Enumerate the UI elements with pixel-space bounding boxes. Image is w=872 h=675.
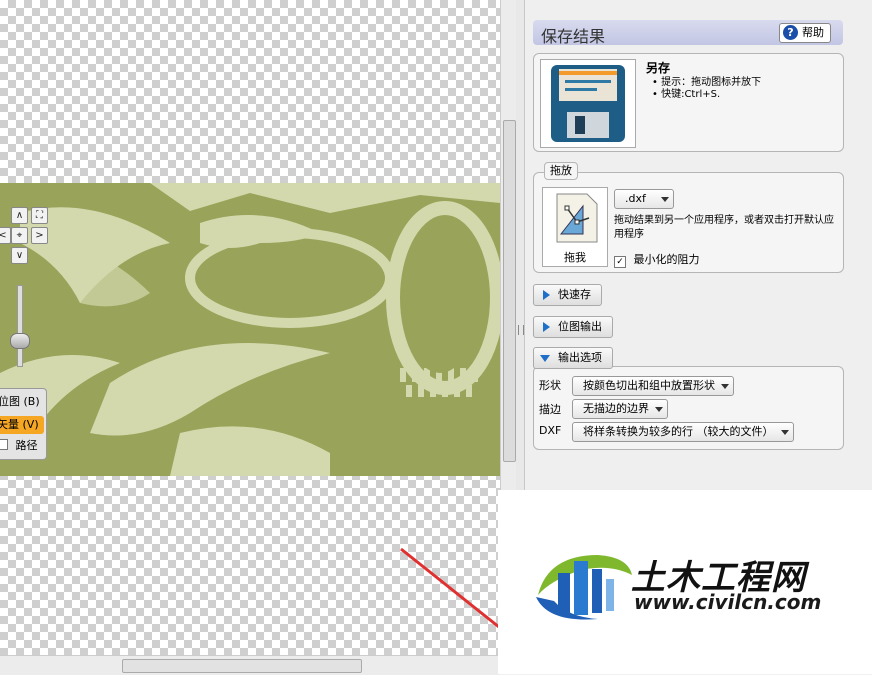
horizontal-scroll-thumb[interactable] (122, 659, 362, 673)
horizontal-scrollbar[interactable] (0, 655, 500, 675)
drag-me-icon[interactable]: 拖我 (542, 187, 608, 267)
shape-dropdown[interactable]: 按颜色切出和组中放置形状 (572, 376, 734, 396)
collapse-down-icon (540, 355, 550, 362)
quick-save-expander[interactable]: 快速存 (533, 284, 602, 306)
shape-value: 按颜色切出和组中放置形状 (583, 379, 715, 392)
chevron-down-icon (655, 407, 663, 412)
help-icon: ? (783, 25, 798, 40)
output-options-expander[interactable]: 输出选项 (533, 347, 613, 369)
vectorized-artwork (0, 183, 500, 476)
panel-header: 保存结果 ? 帮助 (533, 20, 843, 46)
watermark-url: www.civilcn.com (634, 590, 822, 614)
quick-save-label: 快速存 (558, 288, 591, 301)
minimize-label: 最小化的阻力 (633, 253, 700, 266)
dxf-value: 将样条转换为较多的行 （较大的文件） (583, 425, 774, 438)
minimize-checkbox[interactable]: ✓ (614, 256, 626, 268)
output-options-label: 输出选项 (558, 351, 602, 364)
drag-drop-description: 拖动结果到另一个应用程序，或者双击打开默认应用程序 (614, 215, 834, 240)
stroke-label: 描边 (539, 403, 561, 416)
pan-left-button[interactable]: < (0, 227, 11, 244)
view-mode-panel: 位图 (B) 矢量 (V) 路径 (0, 388, 47, 460)
save-as-box: 另存 • 提示：拖动图标并放下 • 快键:Ctrl+S. (533, 53, 844, 152)
zoom-fit-button[interactable]: ⛶ (31, 207, 48, 224)
vector-mode-button[interactable]: 矢量 (V) (0, 416, 44, 434)
vector-mode-label: 矢量 (V) (0, 418, 39, 431)
chevron-down-icon (721, 384, 729, 389)
zoom-slider-track[interactable] (17, 285, 23, 367)
watermark-area: 土木工程网 www.civilcn.com (498, 490, 872, 674)
pan-down-button[interactable]: ∨ (11, 247, 28, 264)
pan-up-button[interactable]: ∧ (11, 207, 28, 224)
zoom-slider-thumb[interactable] (10, 333, 30, 349)
bitmap-mode-button[interactable]: 位图 (B) (0, 393, 42, 411)
path-checkbox[interactable] (0, 439, 8, 450)
chevron-down-icon (661, 197, 669, 202)
save-as-icon[interactable] (540, 59, 636, 148)
format-value: .dxf (625, 192, 646, 205)
panel-splitter[interactable] (516, 0, 524, 490)
vertical-scroll-thumb[interactable] (503, 120, 516, 462)
format-dropdown[interactable]: .dxf (614, 189, 674, 209)
help-button[interactable]: ? 帮助 (779, 23, 831, 43)
annotation-arrow (400, 547, 500, 629)
save-results-panel: 保存结果 ? 帮助 另存 • 提示：拖动图标并放下 • 快键:Ctrl+S. 拖… (524, 0, 872, 490)
expand-right-icon (543, 290, 550, 300)
stroke-value: 无描边的边界 (583, 402, 649, 415)
civilcn-logo-icon (536, 555, 632, 620)
drag-me-label: 拖我 (564, 251, 586, 264)
stroke-dropdown[interactable]: 无描边的边界 (572, 399, 668, 419)
save-as-hint-2: • 快键:Ctrl+S. (652, 89, 721, 100)
center-button[interactable]: ⌖ (11, 227, 28, 244)
shape-label: 形状 (539, 379, 561, 392)
help-label: 帮助 (802, 26, 824, 39)
minimize-drag-option[interactable]: ✓ 最小化的阻力 (614, 251, 700, 268)
dxf-dropdown[interactable]: 将样条转换为较多的行 （较大的文件） (572, 422, 794, 442)
path-label: 路径 (15, 439, 38, 452)
dxf-label: DXF (539, 424, 562, 437)
expand-right-icon (543, 322, 550, 332)
drag-drop-legend: 拖放 (544, 162, 578, 180)
pan-right-button[interactable]: > (31, 227, 48, 244)
panel-title: 保存结果 (541, 27, 606, 46)
bitmap-output-expander[interactable]: 位图输出 (533, 316, 613, 338)
chevron-down-icon (781, 430, 789, 435)
path-toggle[interactable]: 路径 (0, 437, 44, 455)
bitmap-output-label: 位图输出 (558, 320, 602, 333)
